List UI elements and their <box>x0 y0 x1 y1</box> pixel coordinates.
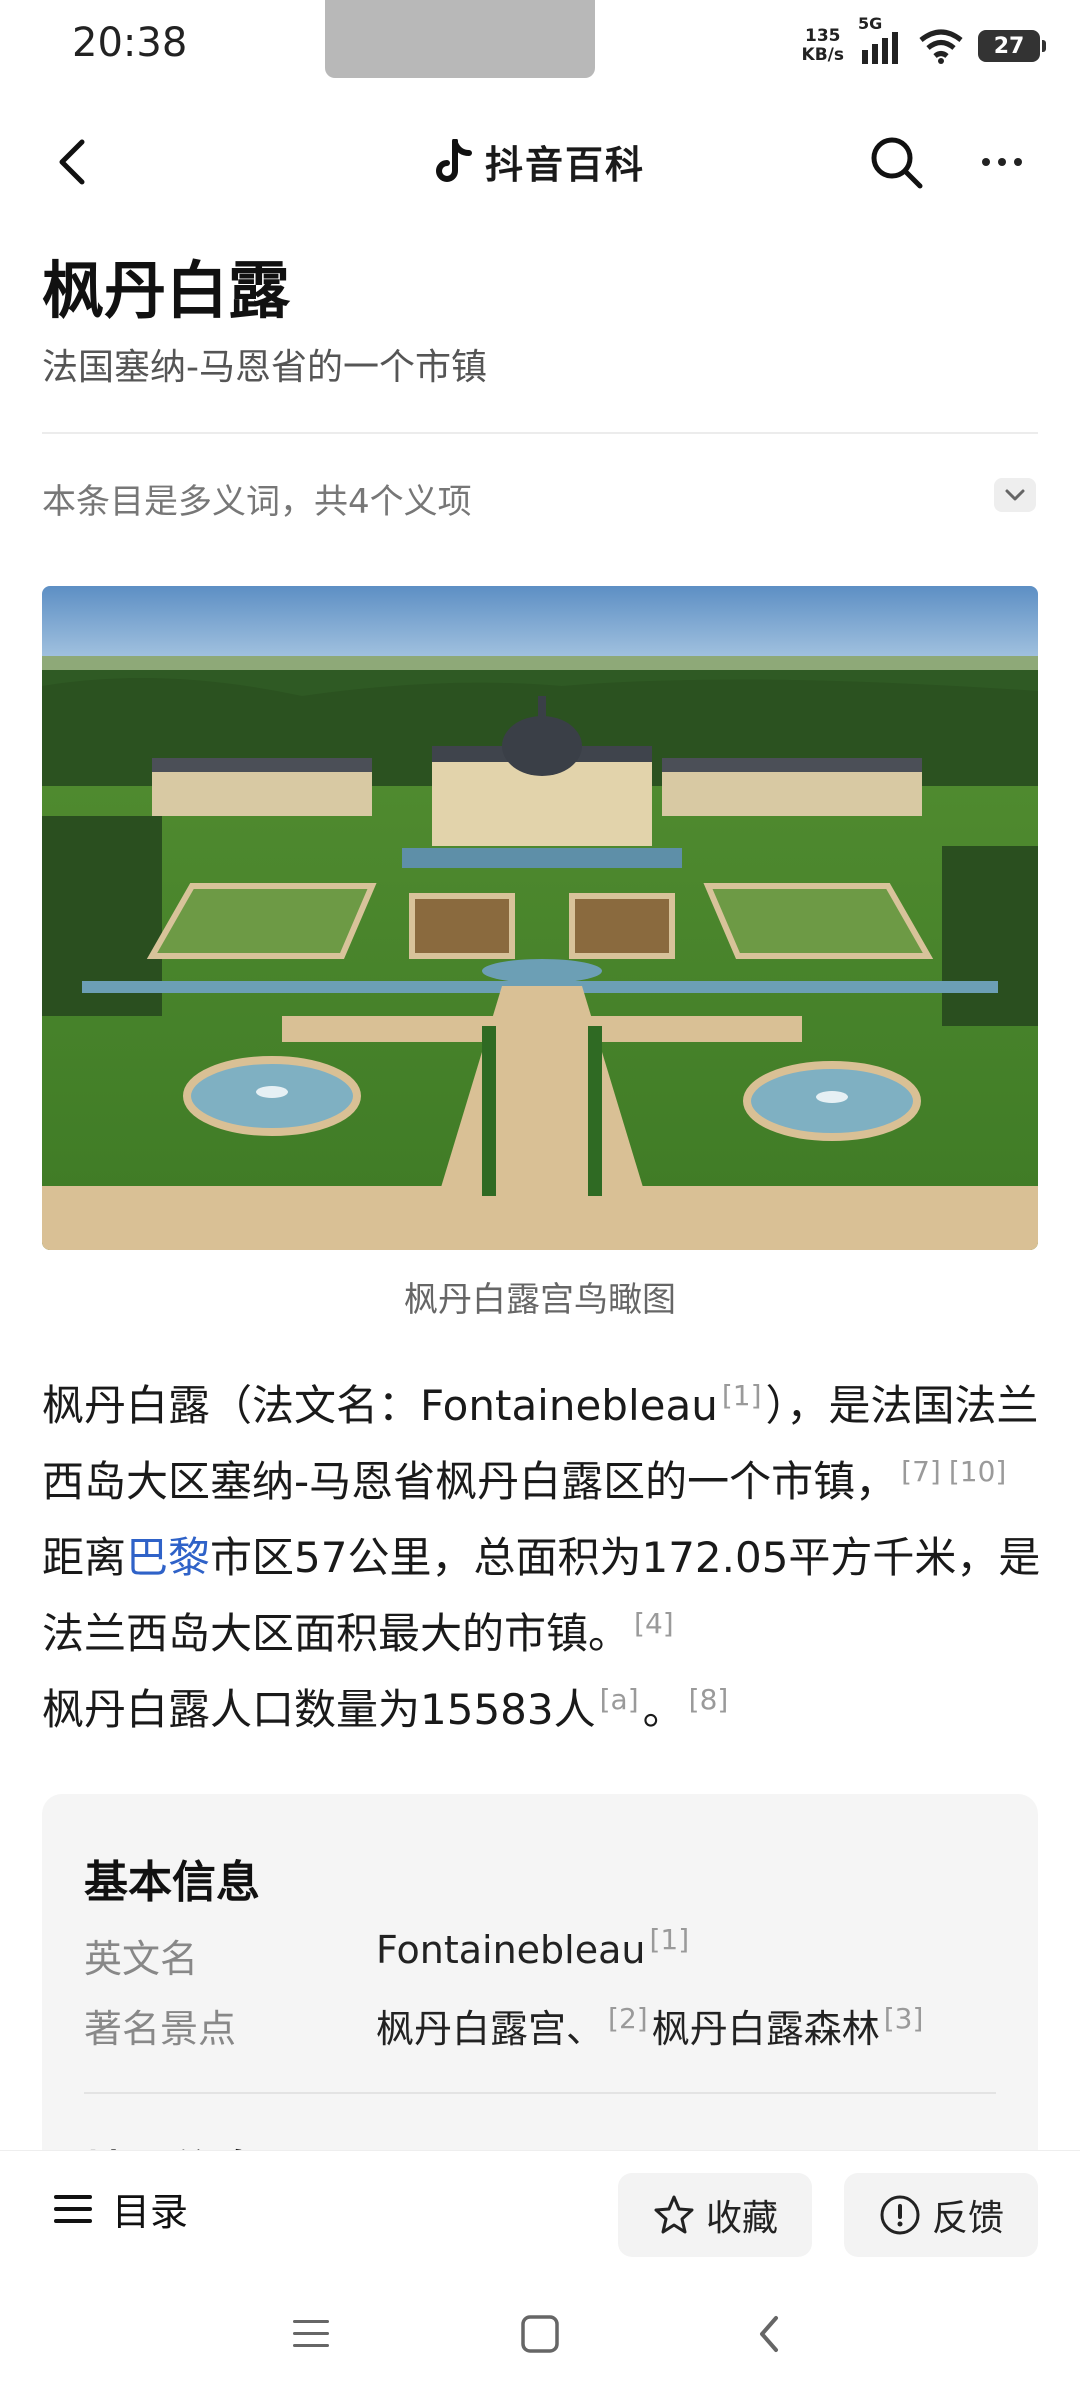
intro-text: 枫丹白露人口数量为15583人 <box>42 1685 596 1734</box>
info-value-text[interactable]: 枫丹白露森林 <box>652 2007 880 2051</box>
info-section-title: 基本信息 <box>84 1857 260 1908</box>
home-button[interactable] <box>510 2304 570 2364</box>
search-icon <box>871 137 923 189</box>
info-value: Fontainebleau [1] <box>376 1926 693 1972</box>
favorite-label: 收藏 <box>705 2198 778 2239</box>
system-back-button[interactable] <box>740 2304 800 2364</box>
hero-image[interactable] <box>42 586 1038 1250</box>
polysemy-note[interactable]: 本条目是多义词，共4个义项 <box>42 474 472 523</box>
net-speed-value: 135 <box>805 26 841 46</box>
info-value-text: Fontainebleau <box>376 1928 646 1972</box>
battery-icon: 27 <box>978 30 1046 62</box>
polysemy-expand-button[interactable] <box>994 478 1036 512</box>
top-nav-bar: 抖音百科 <box>0 112 1080 212</box>
link-paris[interactable]: 巴黎 <box>126 1533 210 1582</box>
feedback-button[interactable]: 反馈 <box>844 2173 1038 2257</box>
toc-button[interactable]: 目录 <box>52 2181 188 2236</box>
citation-ref[interactable]: [4] <box>630 1607 678 1640</box>
page-subtitle: 法国塞纳-马恩省的一个市镇 <box>42 347 487 388</box>
feedback-label: 反馈 <box>931 2198 1004 2239</box>
citation-ref[interactable]: [7] <box>897 1455 945 1488</box>
more-icon <box>982 158 990 166</box>
status-icons: 135 KB/s 5G 27 <box>802 14 1046 74</box>
basic-info-box: 基本信息 英文名 Fontainebleau [1] 著名景点 枫丹白露宫、 [2]… <box>42 1794 1038 2154</box>
signal-icon: 5G <box>858 14 904 66</box>
camera-notch <box>325 0 595 78</box>
favorite-button[interactable]: 收藏 <box>618 2173 812 2257</box>
status-bar: 20:38 135 KB/s 5G 27 <box>0 0 1080 96</box>
toc-label: 目录 <box>112 2190 189 2234</box>
recents-button[interactable] <box>281 2304 341 2364</box>
citation-ref[interactable]: [10] <box>945 1455 1010 1488</box>
more-icon-dot <box>998 158 1006 166</box>
battery-level: 27 <box>993 33 1025 59</box>
citation-ref[interactable]: [2] <box>604 2002 652 2035</box>
citation-ref[interactable]: [a] <box>596 1683 643 1716</box>
tiktok-logo-icon <box>436 138 472 182</box>
brand-name: 抖音百科 <box>484 143 645 187</box>
bottom-action-bar: 目录 收藏 反馈 <box>0 2150 1080 2267</box>
intro-text: 。 <box>642 1685 685 1734</box>
net-speed-unit: KB/s <box>801 45 844 65</box>
intro-text: 距离 <box>42 1533 127 1582</box>
recents-icon <box>293 2320 329 2347</box>
network-type: 5G <box>858 14 883 33</box>
citation-ref[interactable]: [1] <box>718 1379 766 1412</box>
wifi-icon <box>918 26 964 66</box>
status-time: 20:38 <box>72 20 188 66</box>
search-button[interactable] <box>866 132 926 192</box>
divider <box>42 432 1038 434</box>
system-nav-bar <box>0 2266 1080 2400</box>
citation-ref[interactable]: [8] <box>685 1683 733 1716</box>
home-icon <box>521 2315 559 2353</box>
intro-text: 枫丹白露（法文名：Fontainebleau <box>42 1381 718 1430</box>
back-arrow-icon <box>760 2316 778 2352</box>
citation-ref[interactable]: [1] <box>645 1923 693 1956</box>
menu-icon <box>54 2194 92 2223</box>
chevron-down-icon <box>1005 489 1025 501</box>
info-value-text[interactable]: 枫丹白露宫、 <box>376 2007 604 2051</box>
info-key: 英文名 <box>84 1937 199 1981</box>
net-speed: 135 KB/s <box>802 27 844 65</box>
info-key: 著名景点 <box>84 2007 237 2051</box>
info-value: 枫丹白露宫、 [2] 枫丹白露森林 [3] <box>376 1998 927 2053</box>
alert-circle-icon <box>880 2195 920 2235</box>
page-title: 枫丹白露 <box>42 254 291 327</box>
star-icon <box>654 2195 694 2234</box>
divider <box>84 2092 996 2094</box>
more-button[interactable] <box>972 132 1032 192</box>
image-caption: 枫丹白露宫鸟瞰图 <box>404 1280 676 1320</box>
citation-ref[interactable]: [3] <box>880 2002 928 2035</box>
more-icon-dot <box>1014 158 1022 166</box>
intro-paragraph: 枫丹白露（法文名：Fontainebleau [1]），是法国法兰西岛大区塞纳-马… <box>42 1368 1042 1748</box>
